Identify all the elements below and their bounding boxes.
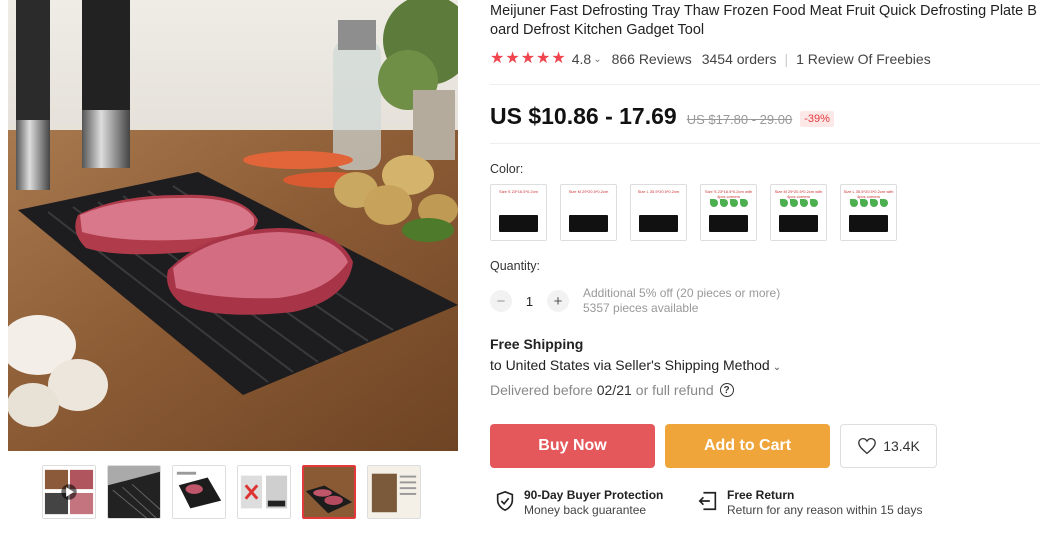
bulk-offer-text: Additional 5% off (20 pieces or more)	[583, 286, 781, 300]
tray-image	[849, 215, 888, 232]
shipping-method-text: to United States via Seller's Shipping M…	[490, 357, 770, 373]
help-icon[interactable]: ?	[719, 383, 734, 397]
product-title: Meijuner Fast Defrosting Tray Thaw Froze…	[490, 3, 1037, 38]
color-option-caption: Size L 35.5*20.5*0.2cm with 4pcs corners	[843, 189, 894, 199]
corner-pieces-icon	[779, 199, 818, 207]
quantity-info: Additional 5% off (20 pieces or more) 53…	[583, 286, 780, 316]
corner-pieces-icon	[709, 199, 748, 207]
tray-image	[569, 215, 608, 232]
color-option-4[interactable]: Size S 23*16.5*0.2cm with 4pcs corners	[700, 184, 757, 241]
free-return-title: Free Return	[727, 488, 795, 502]
tray-image	[709, 215, 748, 232]
star-icon: ★	[490, 50, 505, 67]
thumbnail-info-card	[368, 466, 420, 518]
color-label: Color:	[490, 162, 524, 176]
shipping-title: Free Shipping	[490, 336, 584, 352]
color-option-caption: Size S 23*16.5*0.2cm with 4pcs corners	[704, 189, 753, 199]
thumbnail-3[interactable]	[172, 465, 226, 519]
buyer-protection: 90-Day Buyer Protection Money back guara…	[494, 488, 663, 518]
rating-value[interactable]: 4.8	[572, 51, 591, 67]
shield-check-icon	[496, 490, 514, 512]
quantity-increase-button[interactable]: +	[547, 290, 569, 312]
thumbnail-meat-tray	[304, 467, 354, 517]
wishlist-count: 13.4K	[883, 438, 920, 454]
thumbnail-6[interactable]	[367, 465, 421, 519]
divider-line	[490, 84, 1040, 85]
discount-badge: -39%	[800, 111, 834, 127]
thumbnail-tray-white	[173, 466, 225, 518]
orders-count: 3454 orders	[701, 51, 777, 67]
main-product-image[interactable]	[8, 0, 458, 451]
rating-stars: ★ ★ ★ ★ ★	[490, 51, 566, 67]
quantity-input[interactable]: 1	[512, 294, 547, 309]
quantity-label: Quantity:	[490, 259, 541, 273]
thumbnail-1[interactable]	[42, 465, 96, 519]
corner-pieces-icon	[849, 199, 888, 207]
delivery-suffix: or full refund	[635, 382, 714, 398]
shipping-method-selector[interactable]: to United States via Seller's Shipping M…	[490, 357, 781, 373]
color-option-caption: Size S 23*16.5*0.2cm	[499, 189, 538, 194]
thumbnail-strip	[42, 465, 421, 519]
thumbnail-video-icon	[43, 466, 95, 518]
thumbnail-before-after	[238, 466, 290, 518]
color-option-2[interactable]: Size M 29*20.5*0.2cm	[560, 184, 617, 241]
buy-now-button[interactable]: Buy Now	[490, 424, 655, 468]
divider: |	[784, 51, 789, 67]
color-option-1[interactable]: Size S 23*16.5*0.2cm	[490, 184, 547, 241]
return-icon	[698, 491, 717, 511]
color-option-3[interactable]: Size L 35.5*20.5*0.2cm	[630, 184, 687, 241]
reviews-link[interactable]: 866 Reviews	[612, 51, 692, 67]
buyer-protection-subtitle: Money back guarantee	[524, 503, 647, 517]
buyer-protection-title: 90-Day Buyer Protection	[524, 488, 664, 502]
color-option-6[interactable]: Size L 35.5*20.5*0.2cm with 4pcs corners	[840, 184, 897, 241]
color-options: Size S 23*16.5*0.2cm Size M 29*20.5*0.2cm…	[490, 184, 897, 241]
divider-line	[490, 143, 1040, 144]
quantity-stepper: − 1 + Additional 5% off (20 pieces or mo…	[490, 286, 780, 316]
color-option-5[interactable]: Size M 29*20.5*0.2cm with 4pcs corners	[770, 184, 827, 241]
delivery-prefix: Delivered before	[490, 382, 593, 398]
thumbnail-5-active[interactable]	[302, 465, 356, 519]
rating-row: ★ ★ ★ ★ ★ 4.8 ⌄ 866 Reviews 3454 orders …	[490, 51, 931, 68]
star-icon: ★	[520, 50, 536, 67]
stock-available-text: 5357 pieces available	[583, 301, 699, 315]
tray-image	[499, 215, 538, 232]
freebies-link[interactable]: 1 Review Of Freebies	[796, 51, 931, 67]
thumbnail-4[interactable]	[237, 465, 291, 519]
tray-image	[779, 215, 818, 232]
star-icon: ★	[505, 50, 520, 67]
star-icon: ★	[536, 50, 551, 67]
current-price: US $10.86 - 17.69	[490, 103, 677, 129]
chevron-down-icon: ⌄	[772, 362, 782, 373]
meat-on-tray-photo	[8, 0, 458, 451]
heart-icon	[858, 437, 877, 455]
chevron-down-icon[interactable]: ⌄	[593, 54, 601, 65]
free-return: Free Return Return for any reason within…	[697, 488, 922, 518]
color-option-caption: Size L 35.5*20.5*0.2cm	[637, 189, 680, 194]
price-row: US $10.86 - 17.69 US $17.80 - 29.00 -39%	[490, 103, 834, 130]
original-price: US $17.80 - 29.00	[686, 112, 793, 127]
thumbnail-tray-closeup	[108, 466, 160, 518]
quantity-decrease-button[interactable]: −	[490, 290, 512, 312]
star-icon: ★	[551, 50, 566, 67]
delivery-date: 02/21	[596, 382, 632, 398]
color-option-caption: Size M 29*20.5*0.2cm with 4pcs corners	[774, 189, 823, 199]
free-return-subtitle: Return for any reason within 15 days	[727, 503, 923, 517]
color-option-caption: Size M 29*20.5*0.2cm	[568, 189, 609, 194]
add-to-cart-button[interactable]: Add to Cart	[665, 424, 830, 468]
tray-image	[639, 215, 678, 232]
wishlist-button[interactable]: 13.4K	[840, 424, 937, 468]
delivery-estimate: Delivered before 02/21 or full refund ?	[490, 382, 734, 398]
thumbnail-2[interactable]	[107, 465, 161, 519]
